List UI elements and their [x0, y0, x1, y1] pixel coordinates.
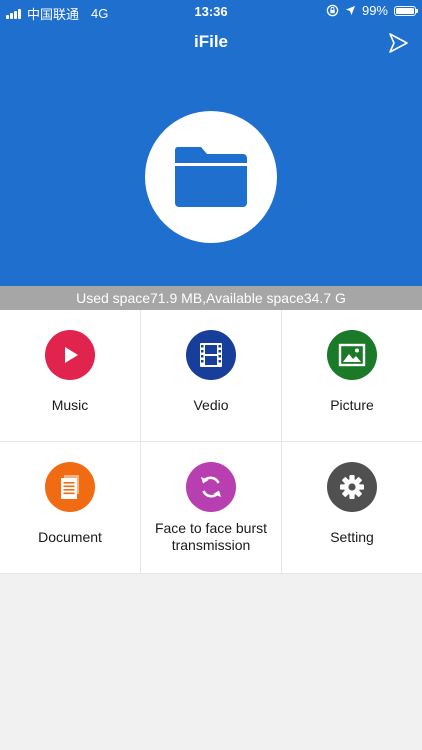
send-arrow-icon [389, 33, 408, 53]
document-icon-circle [45, 462, 95, 512]
music-icon-circle [45, 330, 95, 380]
music-tile[interactable]: Music [0, 310, 141, 442]
document-label: Document [38, 529, 102, 545]
picture-tile[interactable]: Picture [282, 310, 422, 442]
setting-tile[interactable]: Setting [282, 442, 422, 574]
storage-info: Used space71.9 MB,Available space34.7 G [0, 286, 422, 310]
video-icon-circle [186, 330, 236, 380]
video-label: Vedio [193, 397, 229, 413]
document-tile[interactable]: Document [0, 442, 141, 574]
battery-fill [396, 7, 414, 14]
screen: 中国联通 4G 13:36 99% iFile Used space71.9 M… [0, 0, 422, 750]
app-title: iFile [193, 32, 228, 51]
picture-icon-circle [327, 330, 377, 380]
video-tile[interactable]: Vedio [141, 310, 282, 442]
play-icon [65, 347, 78, 363]
status-bar: 中国联通 4G 13:36 99% [0, 0, 422, 24]
rotation-lock-icon [326, 4, 339, 17]
face-to-face-tile[interactable]: Face to face burst transmission [141, 442, 282, 574]
battery-icon [394, 5, 418, 16]
category-grid: Music Vedio Picture Document Face to fac… [0, 310, 422, 574]
battery-percent: 99% [361, 3, 388, 18]
hero-folder[interactable] [145, 111, 277, 243]
status-right: 99% [326, 3, 418, 18]
sync-icon [201, 476, 221, 498]
folder-icon [174, 147, 247, 207]
music-label: Music [51, 397, 89, 413]
setting-label: Setting [330, 529, 374, 545]
location-arrow-icon [345, 5, 356, 16]
picture-icon [338, 343, 366, 367]
sync-icon-circle [186, 462, 236, 512]
document-icon [61, 475, 79, 499]
gear-icon [340, 475, 364, 499]
face-to-face-label: Face to face burst transmission [154, 520, 268, 553]
setting-icon-circle [327, 462, 377, 512]
picture-label: Picture [330, 397, 374, 413]
film-icon [200, 343, 222, 367]
send-button[interactable] [387, 32, 409, 54]
header: 中国联通 4G 13:36 99% iFile [0, 0, 422, 286]
